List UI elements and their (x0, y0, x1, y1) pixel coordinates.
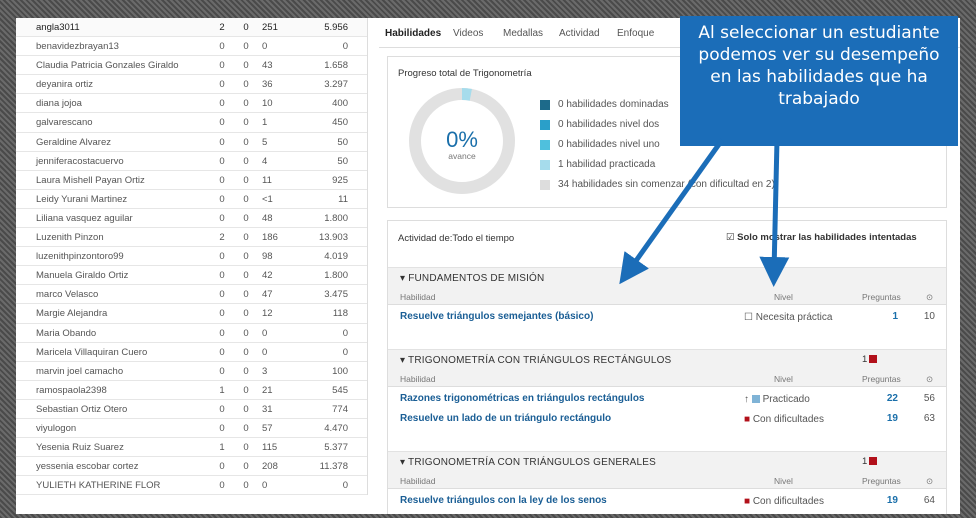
arrow-to-level (759, 139, 790, 287)
annotation-arrows (619, 138, 790, 287)
arrow-to-skills (619, 138, 725, 285)
